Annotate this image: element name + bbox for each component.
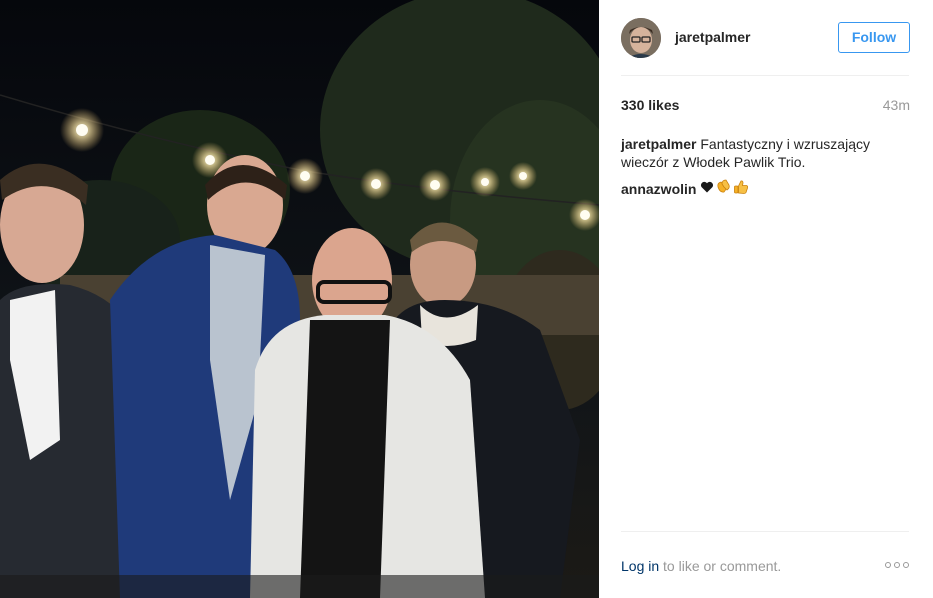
follow-button[interactable]: Follow (838, 22, 910, 53)
login-link[interactable]: Log in (621, 558, 659, 574)
comment-item: annazwolin (621, 178, 749, 199)
post-sidebar: jaretpalmer Follow 330 likes 43m jaretpa… (599, 0, 933, 598)
post-header: jaretpalmer Follow (621, 0, 910, 76)
post-timestamp[interactable]: 43m (883, 97, 910, 113)
heart-icon (700, 180, 714, 198)
more-dot-icon (894, 562, 900, 568)
comment-emojis (700, 178, 749, 199)
more-options-button[interactable] (885, 562, 909, 568)
post-photo[interactable] (0, 0, 599, 598)
likes-count[interactable]: 330 likes (621, 97, 679, 113)
clapping-hands-icon (715, 178, 732, 199)
thumbs-up-icon (733, 179, 749, 199)
more-dot-icon (885, 562, 891, 568)
comment-author[interactable]: annazwolin (621, 180, 696, 198)
login-prompt-text: to like or comment. (659, 558, 782, 574)
post-footer: Log in to like or comment. (621, 531, 909, 598)
caption-author[interactable]: jaretpalmer (621, 136, 696, 152)
post-caption: jaretpalmer Fantastyczny i wzruszający w… (621, 135, 903, 171)
more-dot-icon (903, 562, 909, 568)
avatar[interactable] (621, 18, 661, 58)
author-username[interactable]: jaretpalmer (675, 29, 750, 45)
login-prompt: Log in to like or comment. (621, 558, 781, 574)
